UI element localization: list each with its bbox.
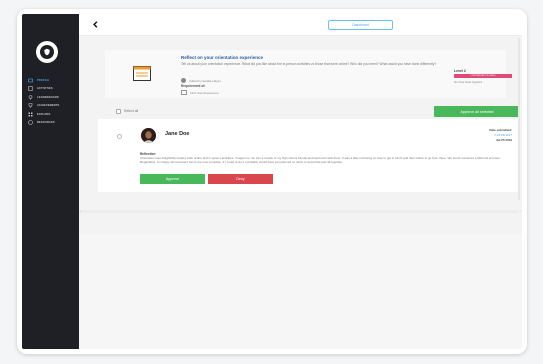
select-all-row: Select all Approve all selected <box>79 105 522 119</box>
added-by: Added by Estelle Hayes <box>181 78 221 83</box>
content-area: Reflect on your orientation experience T… <box>79 36 522 234</box>
added-by-text: Added by Estelle Hayes <box>189 78 221 83</box>
submission-checkbox[interactable] <box>117 134 122 139</box>
activity-title: Reflect on your orientation experience <box>181 55 264 60</box>
requirement-icon <box>181 90 187 95</box>
profile-icon <box>28 78 33 83</box>
sidebar-item-label: Explore <box>37 112 51 116</box>
reflection-text: Orientation was delightfully helpful, bo… <box>140 156 501 165</box>
sidebar: Profile Activities Leaderboard Achieveme… <box>22 14 79 349</box>
top-bar: Dashboard <box>79 14 522 36</box>
sidebar-item-label: Activities <box>37 87 53 90</box>
select-all-label[interactable]: Select all <box>124 109 138 113</box>
approve-button[interactable]: Approve <box>140 174 205 184</box>
main-panel: Dashboard Reflect on your orientation ex… <box>79 14 522 349</box>
horizontal-scrollbar[interactable] <box>79 210 519 213</box>
date-submitted-label: Date submitted: <box>489 128 512 132</box>
due-date: No Due Date Applied <box>454 80 483 84</box>
empty-area <box>79 234 522 349</box>
back-button[interactable] <box>90 19 100 29</box>
deny-button[interactable]: Deny <box>208 174 273 184</box>
sidebar-item-profile[interactable]: Profile <box>28 76 59 84</box>
pin-icon <box>28 94 33 100</box>
activity-description: Tell us about your orientation experienc… <box>181 62 437 66</box>
trophy-icon <box>28 103 33 108</box>
student-name: Jane Doe <box>165 131 190 137</box>
requirement-label: Requirement of: <box>181 84 206 88</box>
scroll-right-icon[interactable]: › <box>520 209 521 213</box>
chevron-left-icon <box>92 20 97 28</box>
requirement-text: First Year Experience <box>190 90 219 95</box>
sidebar-item-resources[interactable]: Resources <box>28 119 59 127</box>
approve-all-button[interactable]: Approve all selected <box>434 106 520 117</box>
list-icon <box>28 86 33 91</box>
grid-icon <box>28 112 33 117</box>
vertical-scrollbar[interactable] <box>518 38 520 200</box>
logo[interactable] <box>36 41 58 63</box>
scroll-left-icon[interactable]: ‹ <box>80 209 81 213</box>
info-icon <box>28 120 33 125</box>
select-all-checkbox[interactable] <box>116 109 121 114</box>
app-screen: Profile Activities Leaderboard Achieveme… <box>22 14 522 349</box>
sidebar-item-label: Resources <box>37 121 55 124</box>
dashboard-button[interactable]: Dashboard <box>328 20 393 30</box>
sidebar-item-label: Leaderboard <box>37 95 59 99</box>
sidebar-nav: Profile Activities Leaderboard Achieveme… <box>28 76 59 127</box>
avatar <box>181 78 186 83</box>
student-avatar <box>141 128 156 143</box>
level-label: Level 2 <box>454 69 466 73</box>
submission-card: Jane Doe Date submitted: 2:29 PM EST Jul… <box>98 119 520 192</box>
sidebar-item-label: Profile <box>37 78 50 82</box>
sidebar-item-leaderboard[interactable]: Leaderboard <box>28 93 59 101</box>
sidebar-item-activities[interactable]: Activities <box>28 85 59 93</box>
document-icon <box>133 66 151 81</box>
activity-card: Reflect on your orientation experience T… <box>105 50 512 98</box>
sidebar-item-label: Achievements <box>37 104 60 107</box>
level-badge: Conversation Seed <box>454 74 512 78</box>
shield-logo-icon <box>40 45 54 59</box>
submitted-date: Jul 25 2019 <box>495 138 512 142</box>
device-frame: Profile Activities Leaderboard Achieveme… <box>17 9 527 354</box>
sidebar-item-achievements[interactable]: Achievements <box>28 102 59 110</box>
submitted-time: 2:29 PM EST <box>494 133 512 137</box>
requirement[interactable]: First Year Experience <box>181 90 219 95</box>
sidebar-item-explore[interactable]: Explore <box>28 110 59 118</box>
